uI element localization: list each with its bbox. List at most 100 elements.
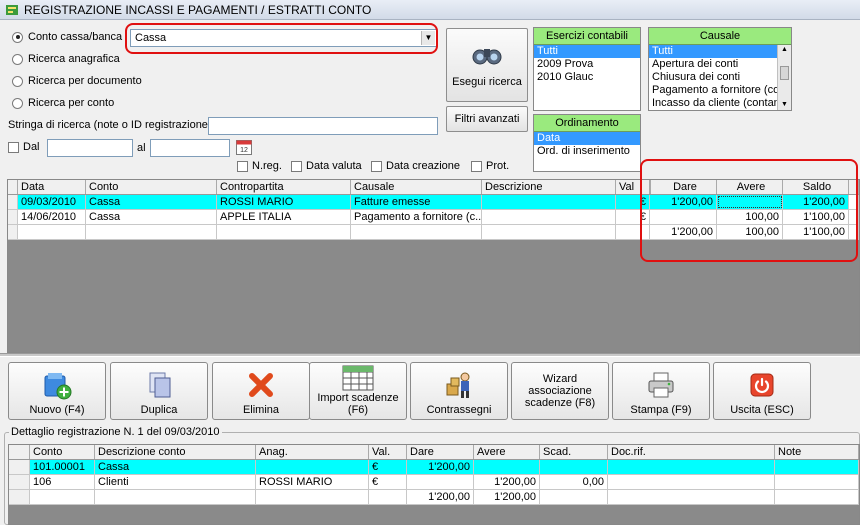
import-scadenze-button[interactable]: Import scadenze (F6) xyxy=(309,362,407,420)
esercizi-contabili-list[interactable]: Esercizi contabili Tutti 2009 Prova 2010… xyxy=(533,27,641,111)
radio-ricerca-anagrafica[interactable]: Ricerca anagrafica xyxy=(12,53,120,65)
causale-item[interactable]: Incasso da cliente (contan xyxy=(649,97,777,110)
table-row[interactable]: 106 Clienti ROSSI MARIO € 1'200,00 0,00 xyxy=(9,475,859,490)
causale-list[interactable]: Causale Tutti Apertura dei conti Chiusur… xyxy=(648,27,792,111)
col-header-descrizione[interactable]: Descrizione xyxy=(482,180,616,194)
table-row[interactable]: 14/06/2010 Cassa APPLE ITALIA Pagamento … xyxy=(8,210,859,225)
stampa-button[interactable]: Stampa (F9) xyxy=(612,362,710,420)
col-header-descrizione-conto[interactable]: Descrizione conto xyxy=(95,445,256,459)
import-scadenze-label: Import scadenze (F6) xyxy=(317,392,399,416)
elimina-button[interactable]: Elimina xyxy=(212,362,310,420)
col-header-contropartita[interactable]: Contropartita xyxy=(217,180,351,194)
esercizi-header: Esercizi contabili xyxy=(534,28,640,45)
col-header-conto[interactable]: Conto xyxy=(30,445,95,459)
col-header-scad[interactable]: Scad. xyxy=(540,445,608,459)
col-header-avere[interactable]: Avere xyxy=(474,445,540,459)
window-title: REGISTRAZIONE INCASSI E PAGAMENTI / ESTR… xyxy=(24,3,372,17)
cell-empty xyxy=(86,225,217,239)
checkbox-icon xyxy=(8,141,19,153)
col-header-data[interactable]: Data xyxy=(18,180,86,194)
nuovo-button[interactable]: Nuovo (F4) xyxy=(8,362,106,420)
scroll-down-icon[interactable]: ▼ xyxy=(778,100,791,110)
causale-item[interactable]: Tutti xyxy=(649,45,777,58)
splitter[interactable] xyxy=(0,353,860,357)
total-avere: 1'200,00 xyxy=(474,490,540,504)
conto-combo[interactable]: Cassa ▼ xyxy=(130,29,437,47)
chevron-down-icon[interactable]: ▼ xyxy=(421,31,435,45)
col-header-anag[interactable]: Anag. xyxy=(256,445,369,459)
esercizi-item[interactable]: Tutti xyxy=(534,45,640,58)
detail-grid[interactable]: Conto Descrizione conto Anag. Val. Dare … xyxy=(8,444,860,525)
col-header-dare[interactable]: Dare xyxy=(650,180,717,194)
stringa-input[interactable] xyxy=(208,117,438,135)
col-header-saldo[interactable]: Saldo xyxy=(783,180,849,194)
col-header-conto[interactable]: Conto xyxy=(86,180,217,194)
total-dare: 1'200,00 xyxy=(650,225,717,239)
cell-conto: Cassa xyxy=(86,195,217,209)
col-header-docrif[interactable]: Doc.rif. xyxy=(608,445,775,459)
radio-ricerca-conto[interactable]: Ricerca per conto xyxy=(12,97,114,109)
duplica-button[interactable]: Duplica xyxy=(110,362,208,420)
cell-empty xyxy=(30,490,95,504)
cell-dare xyxy=(650,210,717,224)
main-grid-header: Data Conto Contropartita Causale Descriz… xyxy=(8,180,859,195)
calendar-icon[interactable]: 12 xyxy=(235,138,253,156)
table-row[interactable]: 09/03/2010 Cassa ROSSI MARIO Fatture eme… xyxy=(8,195,859,210)
col-header-val[interactable]: Val. xyxy=(369,445,407,459)
cell-anag: ROSSI MARIO xyxy=(256,475,369,489)
causale-item[interactable]: Chiusura dei conti xyxy=(649,71,777,84)
contrassegni-button[interactable]: Contrassegni xyxy=(410,362,508,420)
esercizi-item[interactable]: 2009 Prova xyxy=(534,58,640,71)
cell-empty xyxy=(482,225,616,239)
nreg-checkbox[interactable]: N.reg. xyxy=(237,160,282,172)
causale-header: Causale xyxy=(649,28,791,45)
dal-checkbox[interactable]: Dal xyxy=(8,141,40,153)
wizard-button[interactable]: Wizard associazione scadenze (F8) xyxy=(511,362,609,420)
radio-ricerca-documento[interactable]: Ricerca per documento xyxy=(12,75,142,87)
cell-conto: Cassa xyxy=(86,210,217,224)
col-header-note[interactable]: Note xyxy=(775,445,859,459)
row-indicator xyxy=(8,225,18,239)
dal-date-input[interactable] xyxy=(47,139,133,157)
filtri-avanzati-button[interactable]: Filtri avanzati xyxy=(446,106,528,132)
cell-contropartita: APPLE ITALIA xyxy=(217,210,351,224)
cell-avere: 100,00 xyxy=(717,210,783,224)
spreadsheet-icon xyxy=(342,365,374,391)
cell-empty xyxy=(608,490,775,504)
col-header-causale[interactable]: Causale xyxy=(351,180,482,194)
col-header-avere[interactable]: Avere xyxy=(717,180,783,194)
cell-note xyxy=(775,475,859,489)
main-grid[interactable]: Data Conto Contropartita Causale Descriz… xyxy=(7,179,860,353)
ordinamento-list[interactable]: Ordinamento Data Ord. di inserimento xyxy=(533,114,641,172)
causale-item[interactable]: Apertura dei conti xyxy=(649,58,777,71)
ordinamento-item[interactable]: Data xyxy=(534,132,640,145)
causale-item[interactable]: Pagamento a fornitore (co xyxy=(649,84,777,97)
cell-avere[interactable] xyxy=(717,195,783,209)
cell-docrif xyxy=(608,475,775,489)
esercizi-item[interactable]: 2010 Glauc xyxy=(534,71,640,84)
scroll-up-icon[interactable]: ▲ xyxy=(778,45,791,55)
duplicate-icon xyxy=(149,372,171,398)
prot-checkbox[interactable]: Prot. xyxy=(471,160,509,172)
col-header-dare[interactable]: Dare xyxy=(407,445,474,459)
elimina-label: Elimina xyxy=(242,404,280,416)
esegui-ricerca-button[interactable]: Esegui ricerca xyxy=(446,28,528,102)
row-indicator xyxy=(8,195,18,209)
ordinamento-item[interactable]: Ord. di inserimento xyxy=(534,145,640,158)
radio-conto-cassa[interactable]: Conto cassa/banca xyxy=(12,31,122,43)
cell-empty xyxy=(351,225,482,239)
radio-selected-icon xyxy=(12,31,23,43)
al-date-input[interactable] xyxy=(150,139,230,157)
uscita-button[interactable]: Uscita (ESC) xyxy=(713,362,811,420)
row-indicator xyxy=(9,490,30,504)
scroll-thumb[interactable] xyxy=(780,66,789,80)
app-icon xyxy=(6,5,18,15)
table-row[interactable]: 101.00001 Cassa € 1'200,00 xyxy=(9,460,859,475)
causale-scrollbar[interactable]: ▲ ▼ xyxy=(777,45,791,110)
col-header-val[interactable]: Val xyxy=(616,180,650,194)
radio-icon xyxy=(12,97,23,109)
data-creazione-checkbox[interactable]: Data creazione xyxy=(371,160,460,172)
radio-icon xyxy=(12,53,23,65)
data-valuta-checkbox[interactable]: Data valuta xyxy=(291,160,362,172)
cell-avere xyxy=(474,460,540,474)
